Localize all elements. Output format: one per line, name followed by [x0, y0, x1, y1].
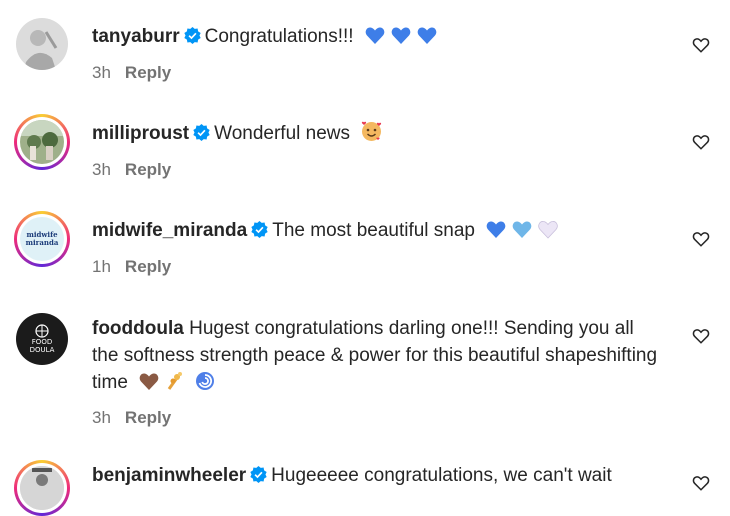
comment-meta: 3h Reply	[92, 408, 171, 428]
verified-badge-icon	[193, 122, 210, 149]
brown-heart-emoji	[139, 372, 159, 399]
reply-button[interactable]: Reply	[125, 160, 171, 179]
verified-badge-icon	[250, 464, 267, 491]
comment-text: fooddoula Hugest congratulations darling…	[92, 315, 660, 399]
verified-badge-icon	[251, 219, 268, 246]
verified-badge-icon	[183, 25, 201, 52]
username[interactable]: benjaminwheeler	[92, 465, 246, 486]
blue-heart-emoji	[486, 220, 506, 247]
smiling-face-hearts-emoji	[361, 121, 382, 150]
blue-heart-emoji	[417, 26, 437, 53]
avatar[interactable]	[14, 460, 70, 516]
avatar-image: FOOD DOULA	[16, 313, 68, 365]
white-heart-emoji	[538, 220, 558, 247]
avatar[interactable]	[14, 114, 70, 170]
avatar-image	[16, 18, 68, 70]
avatar-image	[20, 120, 64, 164]
timestamp: 3h	[92, 160, 111, 179]
blue-heart-emoji	[365, 26, 385, 53]
timestamp: 3h	[92, 63, 111, 82]
avatar-ring-gap	[17, 117, 67, 167]
username[interactable]: fooddoula	[92, 318, 184, 339]
comment-body: The most beautiful snap	[272, 220, 476, 241]
avatar-logo-text: midwife miranda	[25, 230, 59, 247]
avatar[interactable]: midwife miranda	[14, 211, 70, 267]
hyacinth-emoji	[165, 371, 185, 399]
avatar-ring-gap: midwife miranda	[17, 214, 67, 264]
cyclone-emoji	[195, 371, 215, 399]
timestamp: 3h	[92, 408, 111, 427]
food-doula-logo-icon	[35, 324, 49, 338]
heart-outline-icon[interactable]	[692, 474, 710, 492]
light-blue-heart-emoji	[512, 220, 532, 247]
comment-text: midwife_miranda The most beautiful snap	[92, 217, 660, 247]
heart-outline-icon[interactable]	[692, 230, 710, 248]
username[interactable]: tanyaburr	[92, 26, 180, 47]
heart-outline-icon[interactable]	[692, 36, 710, 54]
avatar-logo-text: FOOD DOULA	[29, 338, 55, 354]
avatar[interactable]	[16, 18, 68, 70]
comment-meta: 1h Reply	[92, 257, 171, 277]
reply-button[interactable]: Reply	[125, 408, 171, 427]
comment-text: benjaminwheeler Hugeeeee congratulations,…	[92, 462, 660, 491]
comment-meta: 3h Reply	[92, 63, 171, 83]
avatar-image: midwife miranda	[20, 217, 64, 261]
timestamp: 1h	[92, 257, 111, 276]
blue-heart-emoji	[391, 26, 411, 53]
comment-text: tanyaburr Congratulations!!!	[92, 23, 660, 53]
avatar-image	[20, 466, 64, 510]
avatar-ring-gap	[17, 463, 67, 513]
comment-meta: 3h Reply	[92, 160, 171, 180]
heart-outline-icon[interactable]	[692, 327, 710, 345]
comment-body: Wonderful news	[214, 123, 351, 144]
reply-button[interactable]: Reply	[125, 63, 171, 82]
username[interactable]: milliproust	[92, 123, 189, 144]
reply-button[interactable]: Reply	[125, 257, 171, 276]
comment-body: Congratulations!!!	[204, 26, 354, 47]
comment-text: milliproust Wonderful news	[92, 120, 660, 150]
username[interactable]: midwife_miranda	[92, 220, 247, 241]
comment-body: Hugeeeee congratulations, we can't wait	[271, 465, 612, 486]
heart-outline-icon[interactable]	[692, 133, 710, 151]
avatar[interactable]: FOOD DOULA	[16, 313, 68, 365]
